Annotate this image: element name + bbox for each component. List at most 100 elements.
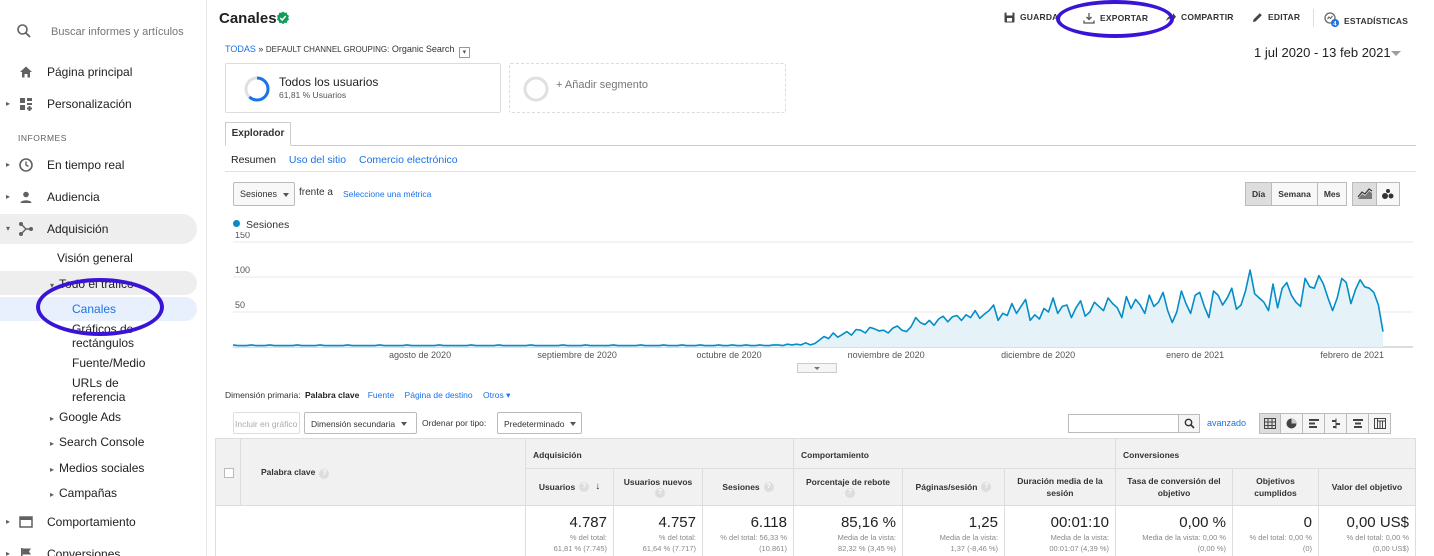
caret-right-icon: ▸ [50,439,55,448]
primary-dimension-bar: Dimensión primaria: Palabra clave Fuente… [225,390,511,400]
select-all-checkbox[interactable] [224,468,234,478]
sidebar-item-campaigns[interactable]: ▸ Campañas [50,486,117,500]
pivot-icon [1373,418,1386,429]
x-tick-label: septiembre de 2020 [537,350,617,360]
sessions-line-chart[interactable]: 150 100 50 agosto de 2020 septiembre de 2020… [225,232,1416,372]
sidebar-item-social[interactable]: ▸ Medios sociales [50,461,144,475]
sort-type-label: Ordenar por tipo: [422,418,487,428]
col-avg-session-duration[interactable]: Duración media de la sesión [1004,469,1115,505]
term-cloud-icon [1352,419,1363,428]
col-goal-value[interactable]: Valor del objetivo [1318,469,1415,505]
secondary-dimension-select[interactable]: Dimensión secundaria [304,412,417,434]
edit-button[interactable]: EDITAR [1252,12,1300,23]
toolbar-divider [1313,9,1314,27]
insights-button[interactable]: 4 ESTADÍSTICAS [1324,12,1408,27]
sidebar-item-search-console[interactable]: ▸ Search Console [50,435,144,449]
period-month-button[interactable]: Mes [1317,182,1348,206]
total-cell: 00:01:10 Media de la vista: 00:01:07 (4,39… [1004,506,1115,556]
chart-collapse-toggle[interactable] [797,363,837,373]
sidebar-item-overview[interactable]: Visión general [57,251,133,265]
sidebar-item-channels[interactable]: Canales [72,302,116,316]
legend-swatch [233,220,240,227]
caret-right-icon: ▸ [50,490,55,499]
caret-right-icon: ▸ [6,160,11,169]
help-icon: ? [845,488,855,498]
select-metric-link[interactable]: Seleccione una métrica [343,189,431,199]
period-week-button[interactable]: Semana [1272,182,1318,206]
view-term-cloud-button[interactable] [1347,413,1369,434]
total-cell: 4.787% del total: 61,81 % (7.745) [525,506,613,556]
tab-divider [225,145,1416,146]
date-range-caret-icon[interactable] [1391,51,1401,56]
col-new-users[interactable]: Usuarios nuevos? [613,469,702,505]
sidebar-item-customization[interactable]: ▸ Personalización [0,89,207,119]
save-button[interactable]: GUARDAR [1004,12,1058,23]
dashboard-icon [20,98,32,111]
sidebar-search[interactable]: Buscar informes y artículos [0,14,207,48]
download-icon [1083,13,1095,24]
advanced-filter-link[interactable]: avanzado [1207,418,1246,428]
period-day-button[interactable]: Día [1245,182,1273,206]
col-sessions[interactable]: Sesiones? [702,469,793,505]
view-data-button[interactable] [1259,413,1281,434]
view-comparison-button[interactable] [1325,413,1347,434]
sidebar-item-acquisition[interactable]: ▾ Adquisición [0,214,197,244]
caret-down-icon: ▾ [6,224,11,233]
group-conversions: Conversiones [1115,439,1415,469]
y-tick-label: 150 [235,232,250,240]
sidebar-item-source-medium[interactable]: Fuente/Medio [72,356,145,370]
tab-explorer[interactable]: Explorador [225,122,291,146]
subtab-summary[interactable]: Resumen [231,154,276,166]
table-filter-search-button[interactable] [1178,414,1200,433]
sidebar-item-home[interactable]: Página principal [0,57,207,87]
col-users[interactable]: Usuarios? ↓ [525,469,613,505]
sidebar-item-all-traffic[interactable]: ▾ Todo el tráfico [50,277,134,291]
export-button[interactable]: EXPORTAR [1083,12,1148,24]
verified-check-icon [277,11,289,25]
dimension-landing-page-link[interactable]: Página de destino [405,390,473,400]
share-button[interactable]: COMPARTIR [1165,12,1234,23]
search-input[interactable]: Buscar informes y artículos [51,26,184,38]
col-goal-completions[interactable]: Objetivos cumplidos [1232,469,1318,505]
view-percentage-button[interactable] [1281,413,1303,434]
subtab-ecommerce[interactable]: Comercio electrónico [359,154,458,166]
sidebar-item-google-ads[interactable]: ▸ Google Ads [50,410,121,424]
breadcrumb-dropdown-icon[interactable]: ▾ [458,47,470,58]
add-segment-button[interactable]: + Añadir segmento [509,63,786,113]
sidebar-item-conversions[interactable]: ▸ Conversiones [0,539,207,556]
totals-row: 4.787% del total: 61,81 % (7.745) 4.757% … [216,505,1415,556]
x-tick-label: noviembre de 2020 [848,350,925,360]
line-chart-button[interactable] [1352,182,1376,206]
sort-type-select[interactable]: Predeterminado [497,412,582,434]
view-performance-button[interactable] [1303,413,1325,434]
help-icon: ? [763,482,774,492]
empty-segment-ring-icon [523,76,549,102]
dimension-header[interactable]: Palabra clave? [261,467,330,479]
col-goal-conversion-rate[interactable]: Tasa de conversión del objetivo [1115,469,1232,505]
caret-right-icon: ▸ [50,414,55,423]
x-tick-label: octubre de 2020 [697,350,762,360]
sidebar-item-behavior[interactable]: ▸ Comportamiento [0,507,207,537]
dimension-source-link[interactable]: Fuente [368,390,394,400]
insights-icon: 4 [1324,12,1339,27]
view-pivot-button[interactable] [1369,413,1391,434]
behavior-icon [19,516,33,528]
search-icon [17,24,31,38]
total-cell: 0% del total: 0,00 % (0) [1232,506,1318,556]
col-bounce-rate[interactable]: Porcentaje de rebote? [793,469,902,505]
metric-select[interactable]: Sesiones [233,182,295,206]
dimension-other-link[interactable]: Otros ▾ [483,390,510,400]
sidebar-item-audience[interactable]: ▸ Audiencia [0,182,207,212]
segment-all-users[interactable]: Todos los usuarios 61,81 % Usuarios [225,63,501,113]
col-pages-session[interactable]: Páginas/sesión? [902,469,1004,505]
sidebar-item-treemaps[interactable]: Gráficos de rectángulos [72,322,134,350]
date-range-picker[interactable]: 1 jul 2020 - 13 feb 2021 [1254,45,1391,60]
save-icon [1004,12,1015,23]
sidebar-item-referrals[interactable]: URLs de referencia [72,376,125,404]
plot-rows-button[interactable]: Incluir en gráfico [233,412,300,434]
breadcrumb-all-link[interactable]: TODAS [225,44,256,54]
table-filter-input[interactable] [1068,414,1179,433]
subtab-site-usage[interactable]: Uso del sitio [289,154,346,166]
sidebar-item-realtime[interactable]: ▸ En tiempo real [0,150,207,180]
motion-chart-button[interactable] [1376,182,1400,206]
